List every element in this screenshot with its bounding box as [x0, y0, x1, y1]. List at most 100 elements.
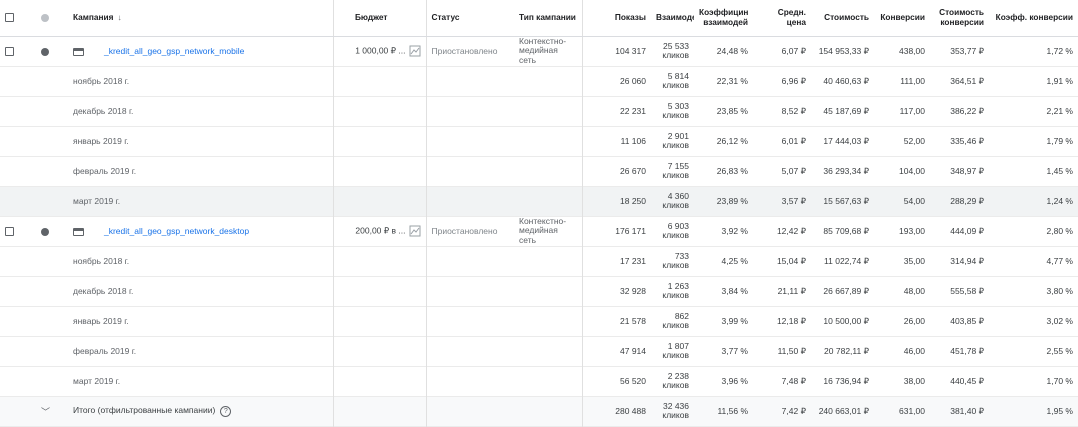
cost-per-conv-header[interactable]: Стоимость конверсии — [930, 0, 989, 37]
interactions-unit: кликов — [662, 320, 689, 330]
campaign-name-link[interactable]: _kredit_all_geo_gsp_network_desktop — [104, 226, 249, 236]
budget-value[interactable]: 1 000,00 ₽ ... — [355, 45, 405, 55]
arrow-down-icon[interactable]: ↓ — [118, 12, 122, 22]
interaction-rate-header[interactable]: Коэффицин взаимодей — [694, 0, 753, 37]
avg-cost-cell: 5,07 ₽ — [781, 165, 806, 176]
cost-cell: 15 567,63 ₽ — [823, 195, 869, 206]
month-label: март 2019 г. — [68, 186, 334, 216]
month-row: март 2019 г. 56 520 2 238 кликов 3,96 % 7… — [0, 366, 1078, 396]
cost-header[interactable]: Стоимость — [811, 0, 874, 37]
interactions-unit: кликов — [662, 380, 689, 390]
row-checkbox[interactable] — [5, 227, 14, 237]
row-select-cell[interactable] — [0, 36, 36, 66]
interactions-cell: 2 238 кликов — [651, 366, 694, 396]
impressions-cell: 21 578 — [620, 316, 646, 326]
impressions-header[interactable]: Показы — [582, 0, 651, 37]
impressions-cell: 47 914 — [620, 346, 646, 356]
chart-icon[interactable] — [409, 225, 421, 237]
campaign-name-link[interactable]: _kredit_all_geo_gsp_network_mobile — [104, 46, 244, 56]
impressions-cell: 280 488 — [615, 406, 646, 416]
row-select-cell[interactable] — [0, 216, 36, 246]
avg-cost-cell: 6,07 ₽ — [781, 45, 806, 56]
cost-cell: 36 293,34 ₽ — [823, 165, 869, 176]
budget-cell[interactable]: 200,00 ₽ в ... — [333, 216, 427, 246]
row-status-cell[interactable] — [36, 216, 68, 246]
impressions-cell: 104 317 — [615, 46, 646, 56]
cost-cell: 45 187,69 ₽ — [823, 105, 869, 116]
campaign-row[interactable]: _kredit_all_geo_gsp_network_desktop 200,… — [0, 216, 1078, 246]
month-row: ноябрь 2018 г. 17 231 733 кликов 4,25 % 1… — [0, 246, 1078, 276]
month-label: ноябрь 2018 г. — [68, 66, 334, 96]
budget-header[interactable]: Бюджет — [333, 0, 427, 37]
paused-status-icon[interactable] — [41, 227, 49, 236]
campaign-header-label: Кампания — [73, 12, 114, 22]
interactions-cell: 4 360 кликов — [651, 186, 694, 216]
interactions-unit: кликов — [662, 110, 689, 120]
interactions-value: 25 533 — [663, 40, 689, 51]
interaction-rate-cell: 11,56 % — [717, 406, 748, 416]
conv-rate-cell: 4,77 % — [1046, 256, 1073, 266]
chart-icon[interactable] — [409, 45, 421, 57]
chevron-down-icon[interactable]: ﹀ — [41, 407, 50, 417]
conversions-cell: 117,00 — [899, 106, 925, 116]
interactions-value: 733 — [674, 250, 689, 261]
status-cell[interactable]: Приостановлено — [426, 216, 514, 246]
avg-cost-cell: 21,11 ₽ — [777, 285, 806, 296]
cost-cell: 16 736,94 ₽ — [823, 375, 869, 386]
impressions-cell: 176 171 — [615, 226, 646, 236]
interactions-value: 7 155 — [667, 160, 689, 171]
cost-cell: 26 667,89 ₽ — [823, 285, 869, 296]
conv-rate-cell: 1,24 % — [1046, 196, 1073, 206]
cost-per-conv-cell: 386,22 ₽ — [950, 105, 984, 116]
paused-status-icon[interactable] — [41, 47, 49, 56]
cost-cell: 240 663,01 ₽ — [818, 405, 869, 416]
conversions-header[interactable]: Конверсии — [874, 0, 930, 37]
expand-cell[interactable]: ﹀ — [36, 396, 68, 426]
budget-cell[interactable]: 1 000,00 ₽ ... — [333, 36, 427, 66]
cost-cell: 10 500,00 ₽ — [823, 315, 869, 326]
interactions-header[interactable]: Взаимодей — [651, 0, 694, 37]
type-cell: Контекстно-медийная сеть — [514, 36, 583, 66]
impressions-cell: 32 928 — [620, 286, 646, 296]
avg-cost-header[interactable]: Средн. цена — [753, 0, 811, 37]
cost-cell: 85 709,68 ₽ — [823, 225, 869, 236]
interaction-rate-cell: 22,31 % — [716, 76, 748, 86]
month-label: февраль 2019 г. — [68, 156, 334, 186]
interactions-value: 1 263 — [667, 280, 689, 291]
campaign-row[interactable]: _kredit_all_geo_gsp_network_mobile 1 000… — [0, 36, 1078, 66]
cost-per-conv-cell: 353,77 ₽ — [950, 45, 984, 56]
status-header[interactable]: Статус — [426, 0, 514, 37]
conversions-cell: 111,00 — [900, 76, 925, 86]
interactions-value: 4 360 — [667, 190, 689, 201]
campaign-name-cell: _kredit_all_geo_gsp_network_desktop — [68, 216, 334, 246]
select-all-checkbox[interactable] — [5, 13, 14, 23]
impressions-cell: 26 060 — [620, 76, 646, 86]
interaction-rate-cell: 4,25 % — [721, 256, 748, 266]
conversions-cell: 48,00 — [903, 286, 925, 296]
type-header[interactable]: Тип кампании — [514, 0, 583, 37]
conversions-cell: 46,00 — [903, 346, 925, 356]
status-cell[interactable]: Приостановлено — [426, 36, 514, 66]
total-row: ﹀ Итого (отфильтрованные кампании)? 280 … — [0, 396, 1078, 426]
cost-per-conv-cell: 335,46 ₽ — [950, 135, 984, 146]
interactions-value: 32 436 — [663, 400, 689, 411]
select-all-cell[interactable] — [0, 0, 36, 37]
avg-cost-cell: 12,18 ₽ — [776, 315, 806, 326]
interactions-cell: 733 кликов — [651, 246, 694, 276]
row-status-cell[interactable] — [36, 36, 68, 66]
cost-cell: 40 460,63 ₽ — [823, 75, 869, 86]
help-icon[interactable]: ? — [220, 405, 232, 417]
budget-value[interactable]: 200,00 ₽ в ... — [355, 225, 405, 235]
interactions-cell: 5 814 кликов — [651, 66, 694, 96]
campaign-header[interactable]: Кампания ↓ — [68, 0, 334, 37]
month-row: декабрь 2018 г. 32 928 1 263 кликов 3,84 … — [0, 276, 1078, 306]
conversions-cell: 52,00 — [903, 136, 925, 146]
month-row: февраль 2019 г. 26 670 7 155 кликов 26,83… — [0, 156, 1078, 186]
month-label: февраль 2019 г. — [68, 336, 334, 366]
month-row: январь 2019 г. 21 578 862 кликов 3,99 % 1… — [0, 306, 1078, 336]
row-checkbox[interactable] — [5, 47, 14, 57]
conversions-cell: 35,00 — [903, 256, 925, 266]
conv-rate-header[interactable]: Коэфф. конверсии — [989, 0, 1078, 37]
conv-rate-cell: 1,79 % — [1046, 136, 1073, 146]
display-network-icon — [73, 47, 84, 56]
